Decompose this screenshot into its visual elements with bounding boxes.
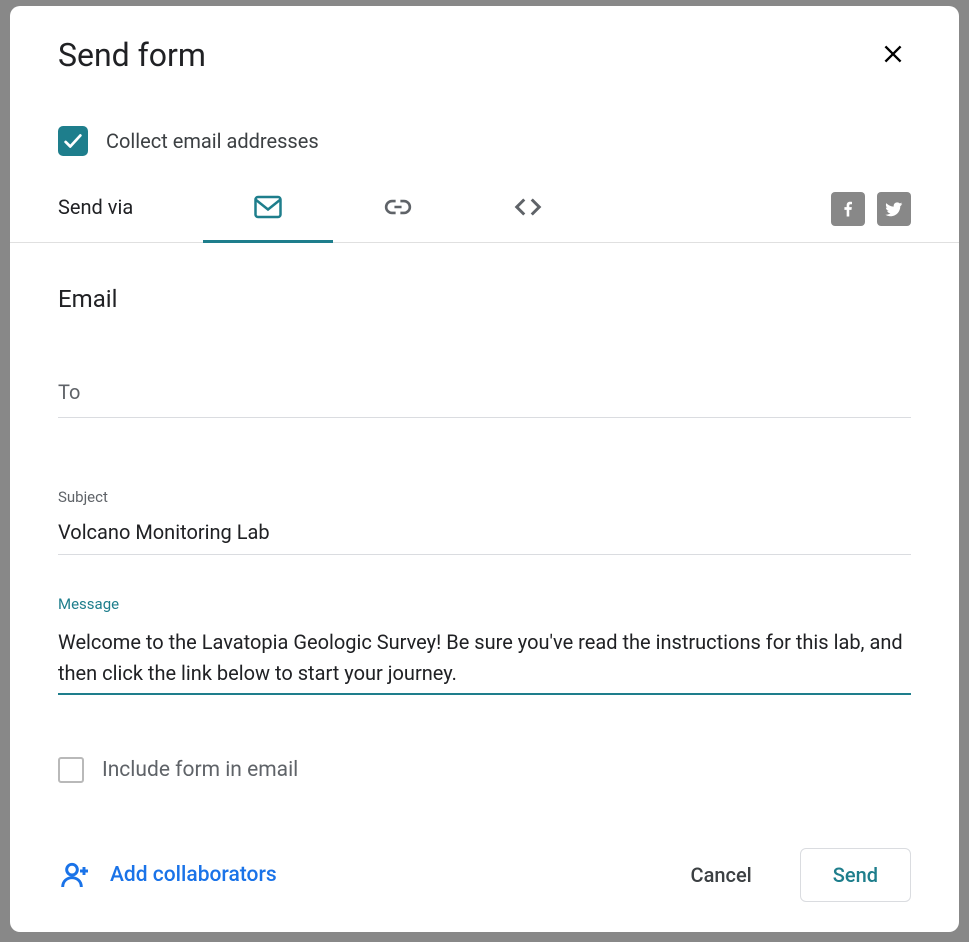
twitter-icon	[884, 199, 904, 219]
collect-email-row: Collect email addresses	[10, 76, 959, 156]
to-input[interactable]	[58, 373, 911, 418]
facebook-icon	[838, 199, 858, 219]
send-button[interactable]: Send	[800, 848, 911, 902]
tab-link[interactable]	[333, 192, 463, 242]
check-icon	[62, 130, 84, 152]
facebook-share-button[interactable]	[831, 192, 865, 226]
embed-icon	[510, 192, 546, 222]
twitter-share-button[interactable]	[877, 192, 911, 226]
to-field	[58, 373, 911, 418]
collect-email-checkbox[interactable]	[58, 126, 88, 156]
dialog-title: Send form	[58, 36, 871, 74]
add-collaborators-button[interactable]: Add collaborators	[58, 859, 277, 891]
include-form-label: Include form in email	[102, 758, 298, 782]
include-form-checkbox[interactable]	[58, 757, 84, 783]
send-via-tabs: Send via	[10, 156, 959, 243]
subject-field: Subject	[58, 488, 911, 555]
collect-email-label: Collect email addresses	[106, 129, 319, 153]
cancel-button[interactable]: Cancel	[663, 849, 780, 901]
add-collaborators-label: Add collaborators	[110, 863, 277, 887]
dialog-footer: Add collaborators Cancel Send	[10, 798, 959, 932]
close-button[interactable]	[871, 32, 915, 76]
social-share	[831, 192, 911, 242]
tab-embed[interactable]	[463, 192, 593, 242]
email-heading: Email	[58, 285, 911, 313]
send-via-label: Send via	[58, 195, 133, 239]
send-form-dialog: Send form Collect email addresses Send v…	[10, 6, 959, 932]
include-form-row: Include form in email	[58, 757, 911, 783]
subject-label: Subject	[58, 488, 911, 506]
message-field: Message	[58, 595, 911, 699]
tab-email[interactable]	[203, 192, 333, 242]
email-body: Email Subject Message Include form in em…	[10, 243, 959, 798]
close-icon	[880, 41, 906, 67]
dialog-header: Send form	[10, 6, 959, 76]
link-icon	[382, 193, 414, 222]
mail-icon	[251, 192, 285, 222]
message-textarea[interactable]	[58, 619, 911, 695]
subject-input[interactable]	[58, 512, 911, 555]
person-add-icon	[58, 859, 94, 891]
message-label: Message	[58, 595, 911, 613]
